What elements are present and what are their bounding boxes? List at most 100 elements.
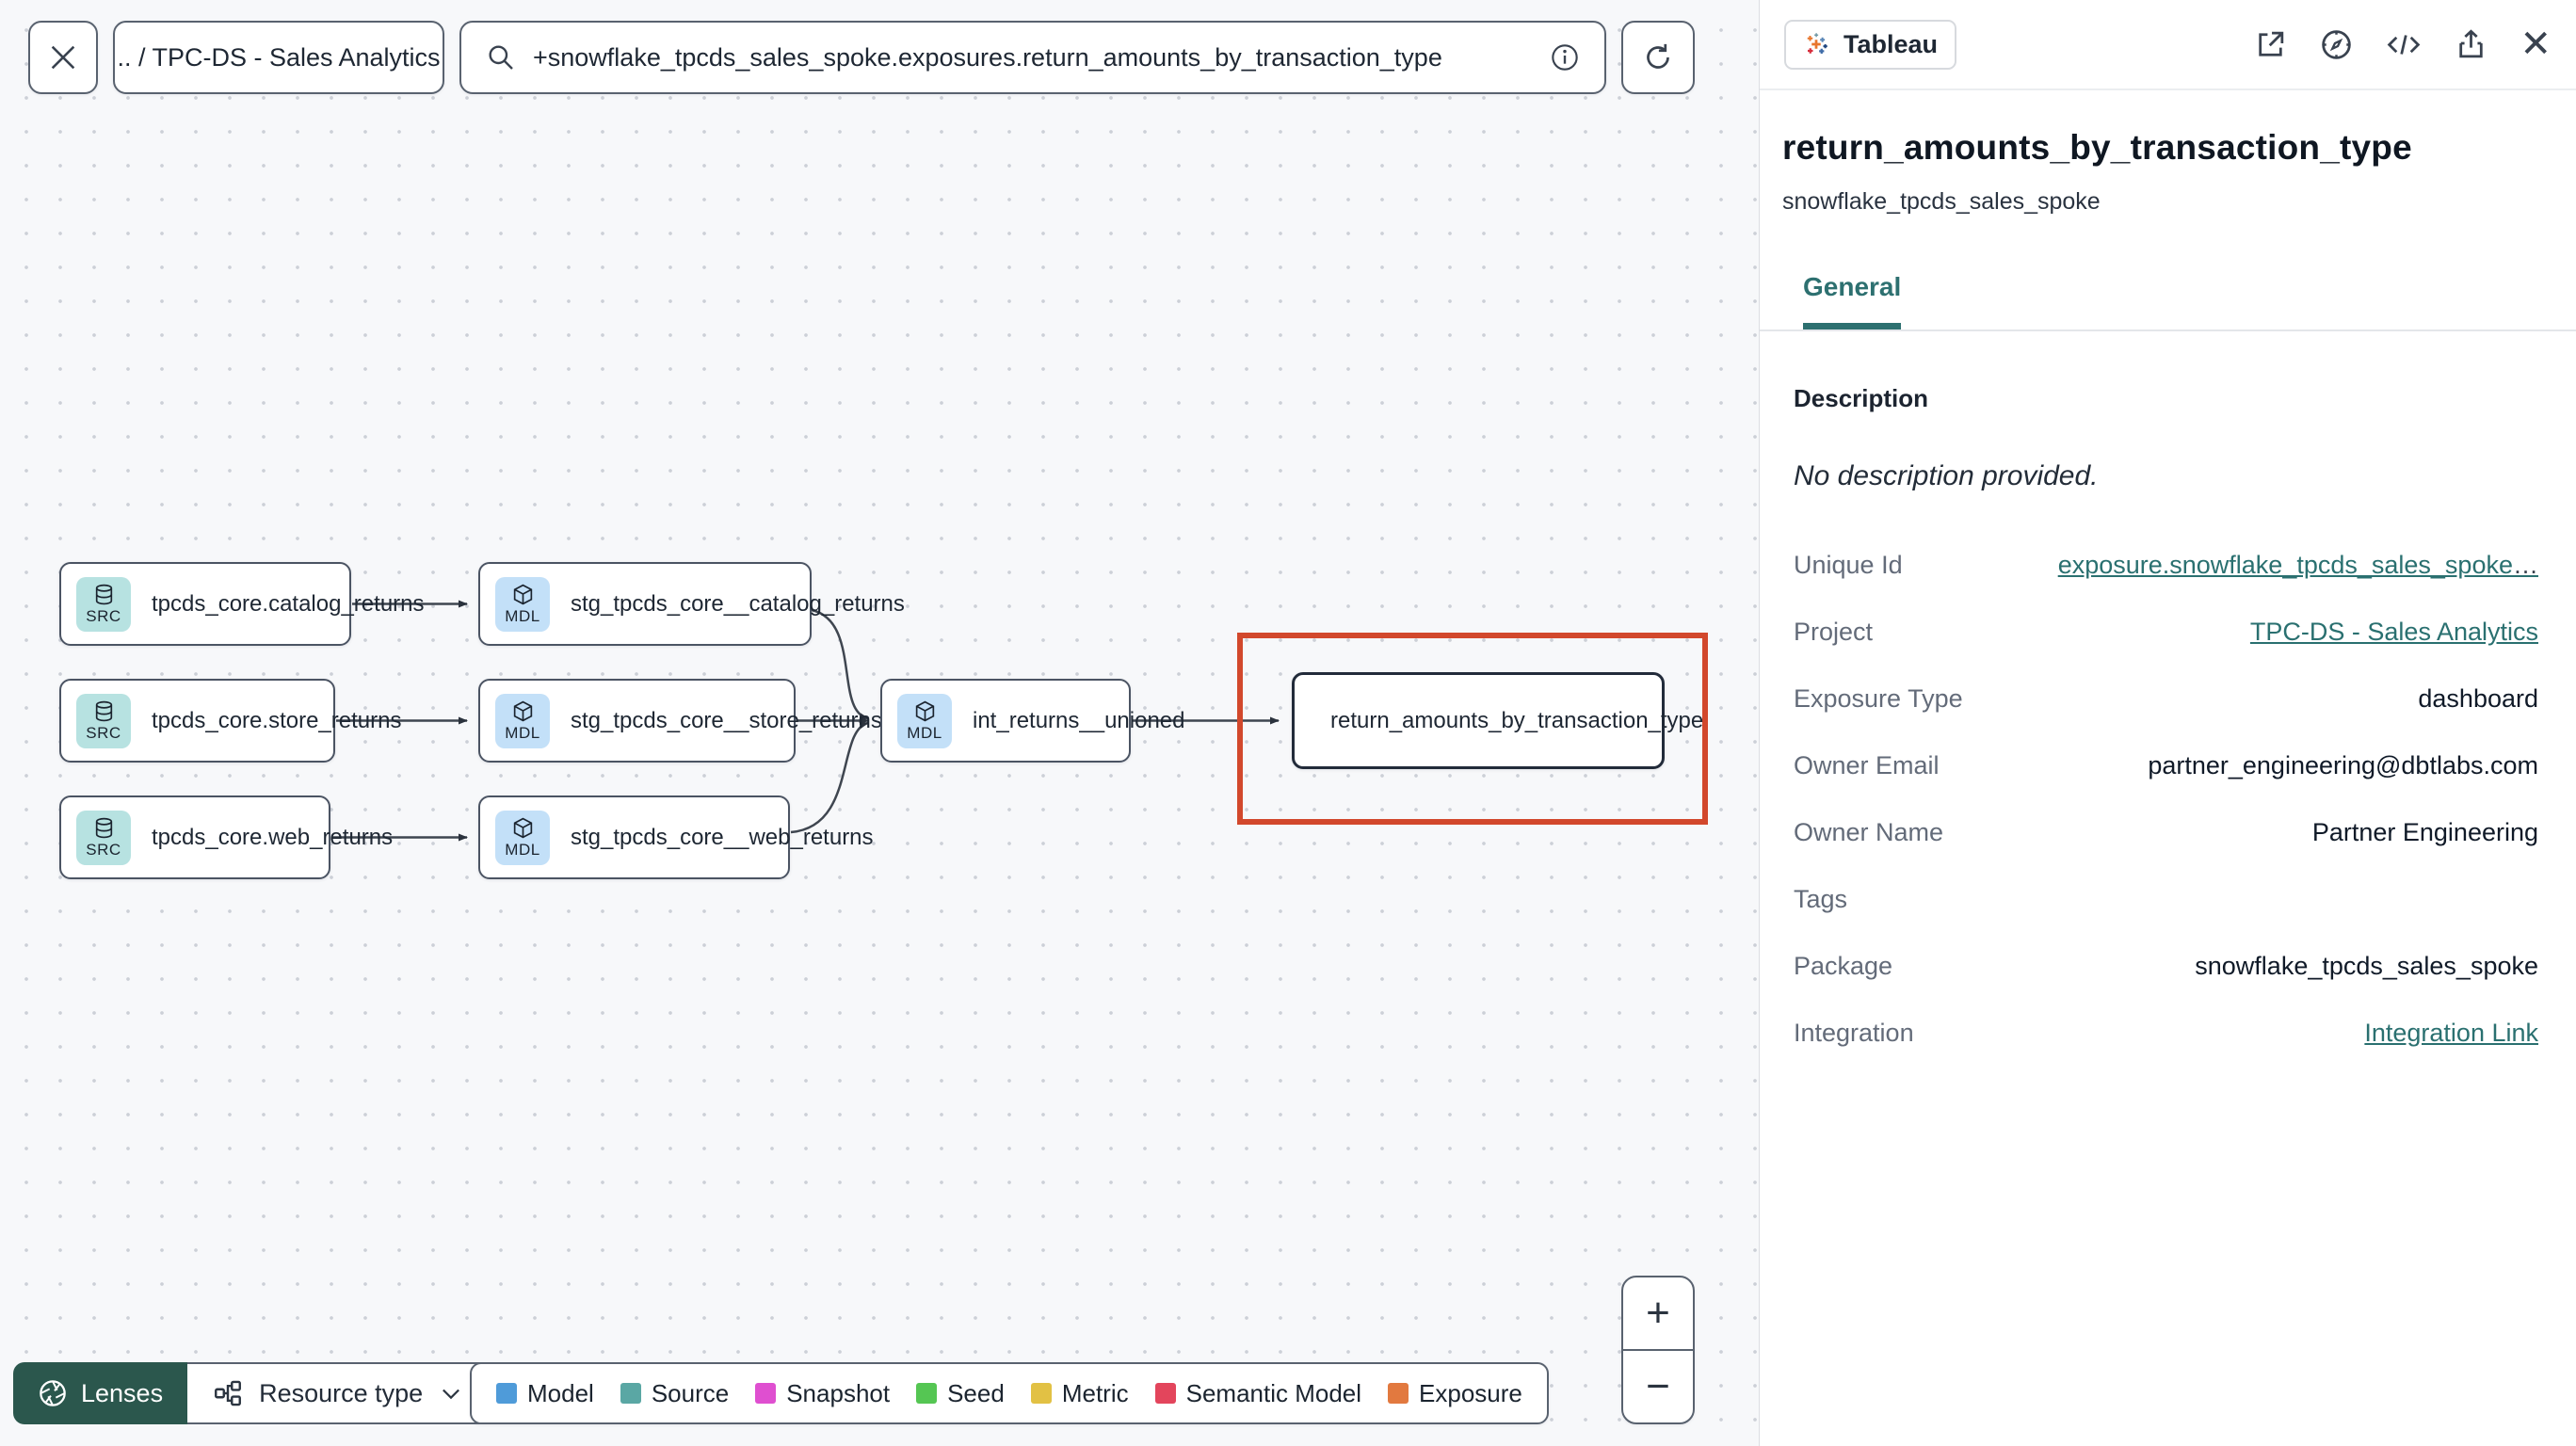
code-icon bbox=[2388, 34, 2421, 55]
database-icon bbox=[95, 817, 112, 838]
seed-swatch bbox=[916, 1383, 938, 1404]
refresh-icon bbox=[1647, 43, 1669, 69]
metric-swatch bbox=[1030, 1383, 1052, 1404]
breadcrumb[interactable]: .. / TPC-DS - Sales Analytics bbox=[113, 21, 444, 94]
cube-icon bbox=[513, 584, 532, 604]
lenses-control-group: Lenses Resource type bbox=[13, 1362, 491, 1424]
node-model-int-returns-unioned[interactable]: MDL int_returns__unioned bbox=[880, 679, 1185, 763]
source-badge: SRC bbox=[76, 693, 131, 748]
explore-button[interactable] bbox=[2319, 27, 2354, 62]
panel-action-icons: ✕ bbox=[2253, 25, 2552, 63]
legend-item-source: Source bbox=[620, 1379, 729, 1408]
field-unique-id: Unique Id exposure.snowflake_tpcds_sales… bbox=[1794, 551, 2538, 580]
close-panel-button[interactable]: ✕ bbox=[2520, 25, 2552, 63]
info-icon[interactable] bbox=[1550, 42, 1580, 72]
details-field-list: Unique Id exposure.snowflake_tpcds_sales… bbox=[1794, 551, 2538, 1085]
node-model-stg-web-returns[interactable]: MDL stg_tpcds_core__web_returns bbox=[478, 795, 874, 879]
field-owner-email: Owner Email partner_engineering@dbtlabs.… bbox=[1794, 751, 2538, 779]
node-source-web-returns[interactable]: SRC tpcds_core.web_returns bbox=[59, 795, 393, 879]
model-badge: MDL bbox=[495, 576, 550, 632]
refresh-lineage-button[interactable] bbox=[1621, 21, 1695, 94]
tableau-badge-label: Tableau bbox=[1843, 29, 1939, 58]
search-input[interactable] bbox=[533, 42, 1533, 72]
legend-item-seed: Seed bbox=[916, 1379, 1005, 1408]
chevron-down-icon bbox=[443, 1389, 460, 1400]
package-value: snowflake_tpcds_sales_spoke bbox=[2195, 952, 2538, 980]
snapshot-swatch bbox=[755, 1383, 777, 1404]
details-panel: Tableau ✕ return_amounts_by_transaction_… bbox=[1759, 0, 2576, 1446]
legend-item-semantic-model: Semantic Model bbox=[1154, 1379, 1361, 1408]
owner-email-value: partner_engineering@dbtlabs.com bbox=[2148, 751, 2538, 779]
node-label: tpcds_core.web_returns bbox=[152, 824, 394, 850]
resource-type-label: Resource type bbox=[259, 1378, 424, 1407]
view-code-button[interactable] bbox=[2385, 27, 2423, 62]
panel-tabs: General bbox=[1760, 272, 2576, 331]
tab-general[interactable]: General bbox=[1803, 272, 1902, 329]
cube-icon bbox=[513, 700, 532, 721]
details-panel-header: Tableau ✕ bbox=[1760, 0, 2576, 90]
lineage-canvas[interactable]: .. / TPC-DS - Sales Analytics SRC tpcds_… bbox=[0, 0, 1759, 1446]
field-owner-name: Owner Name Partner Engineering bbox=[1794, 818, 2538, 846]
field-project: Project TPC-DS - Sales Analytics bbox=[1794, 618, 2538, 647]
model-badge: MDL bbox=[495, 810, 550, 865]
share-icon bbox=[2459, 28, 2484, 57]
node-model-stg-store-returns[interactable]: MDL stg_tpcds_core__store_returns bbox=[478, 679, 882, 763]
resource-type-dropdown[interactable]: Resource type bbox=[187, 1362, 491, 1424]
zoom-out-button[interactable]: − bbox=[1623, 1351, 1693, 1422]
compass-icon bbox=[2322, 29, 2352, 59]
exposure-swatch bbox=[1388, 1383, 1409, 1404]
node-label: stg_tpcds_core__catalog_returns bbox=[571, 590, 905, 617]
resource-type-icon bbox=[215, 1380, 242, 1406]
node-model-stg-catalog-returns[interactable]: MDL stg_tpcds_core__catalog_returns bbox=[478, 562, 905, 646]
unique-id-link[interactable]: exposure.snowflake_tpcds_sales_spoke… bbox=[2058, 551, 2538, 580]
semantic-model-swatch bbox=[1154, 1383, 1176, 1404]
node-label: tpcds_core.store_returns bbox=[152, 707, 402, 733]
field-tags: Tags bbox=[1794, 885, 1848, 913]
tableau-icon bbox=[1807, 33, 1827, 54]
integration-link[interactable]: Integration Link bbox=[2364, 1019, 2538, 1048]
legend-item-metric: Metric bbox=[1030, 1379, 1129, 1408]
field-exposure-type: Exposure Type dashboard bbox=[1794, 684, 2538, 713]
lineage-search-bar[interactable] bbox=[459, 21, 1606, 94]
source-swatch bbox=[620, 1383, 641, 1404]
node-label: int_returns__unioned bbox=[973, 707, 1185, 733]
legend-item-exposure: Exposure bbox=[1388, 1379, 1522, 1408]
external-link-icon bbox=[2259, 31, 2284, 56]
zoom-controls: + − bbox=[1621, 1276, 1695, 1424]
field-integration: Integration Integration Link bbox=[1794, 1019, 2538, 1048]
share-button[interactable] bbox=[2454, 27, 2488, 62]
node-label: return_amounts_by_transaction_type bbox=[1330, 707, 1704, 733]
source-badge: SRC bbox=[76, 576, 131, 632]
project-link[interactable]: TPC-DS - Sales Analytics bbox=[2250, 618, 2538, 647]
aperture-icon bbox=[40, 1380, 66, 1406]
model-badge: MDL bbox=[495, 693, 550, 748]
lenses-button[interactable]: Lenses bbox=[13, 1362, 188, 1424]
model-badge: MDL bbox=[897, 693, 952, 748]
cube-icon bbox=[513, 817, 532, 838]
node-label: stg_tpcds_core__web_returns bbox=[571, 824, 874, 850]
node-label: tpcds_core.catalog_returns bbox=[152, 590, 425, 617]
database-icon bbox=[95, 700, 112, 721]
legend-item-model: Model bbox=[496, 1379, 594, 1408]
exposure-type-value: dashboard bbox=[2418, 684, 2538, 713]
database-icon bbox=[95, 584, 112, 604]
node-source-store-returns[interactable]: SRC tpcds_core.store_returns bbox=[59, 679, 401, 763]
search-icon bbox=[489, 45, 513, 70]
lenses-label: Lenses bbox=[81, 1378, 164, 1407]
model-swatch bbox=[496, 1383, 517, 1404]
breadcrumb-label: .. / TPC-DS - Sales Analytics bbox=[117, 42, 441, 72]
tableau-badge: Tableau bbox=[1784, 19, 1957, 70]
open-external-button[interactable] bbox=[2253, 27, 2288, 62]
description-empty-text: No description provided. bbox=[1794, 460, 2099, 491]
close-icon bbox=[51, 45, 75, 70]
package-subtitle: snowflake_tpcds_sales_spoke bbox=[1782, 188, 2101, 215]
node-exposure-return-amounts[interactable]: return_amounts_by_transaction_type bbox=[1292, 672, 1703, 769]
legend: Model Source Snapshot Seed Metric Semant… bbox=[470, 1362, 1549, 1424]
node-label: stg_tpcds_core__store_returns bbox=[571, 707, 882, 733]
node-source-catalog-returns[interactable]: SRC tpcds_core.catalog_returns bbox=[59, 562, 425, 646]
field-package: Package snowflake_tpcds_sales_spoke bbox=[1794, 952, 2538, 980]
close-lineage-button[interactable] bbox=[28, 21, 98, 94]
description-heading: Description bbox=[1794, 384, 1929, 412]
zoom-in-button[interactable]: + bbox=[1623, 1277, 1693, 1351]
source-badge: SRC bbox=[76, 810, 131, 865]
